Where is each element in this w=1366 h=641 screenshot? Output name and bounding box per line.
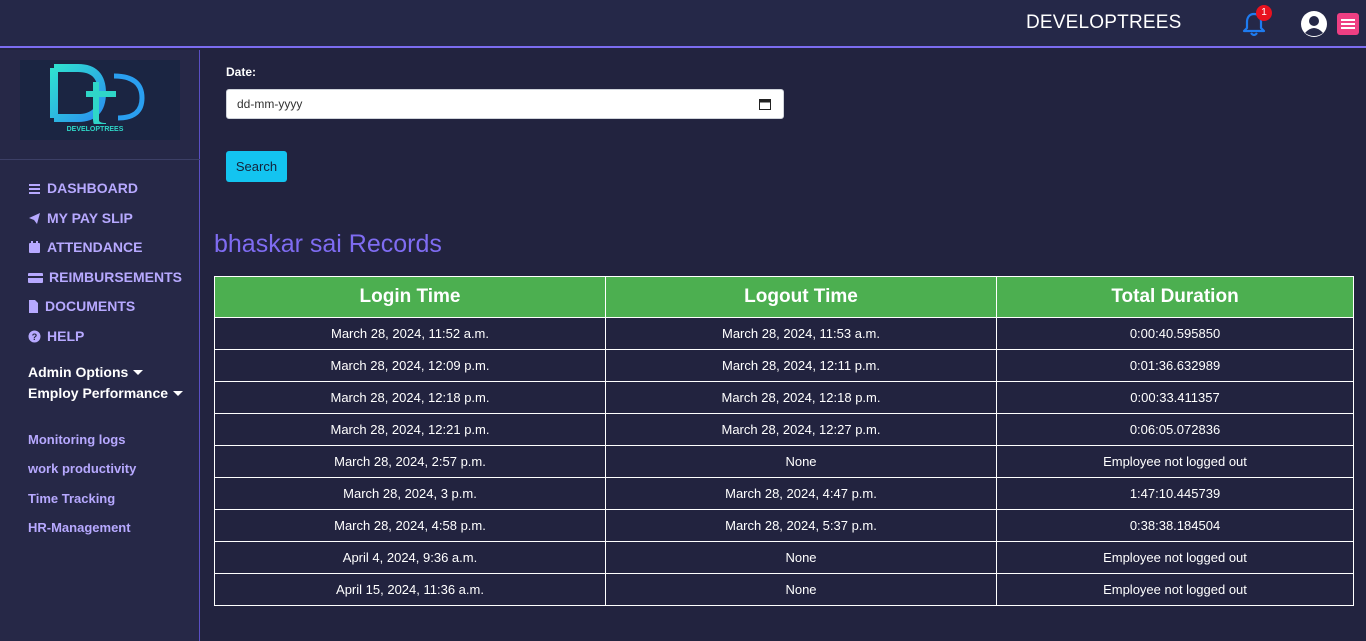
link-monitoring-logs[interactable]: Monitoring logs bbox=[28, 432, 125, 450]
nav-dashboard-label: DASHBOARD bbox=[47, 180, 138, 196]
duration-cell: 0:38:38.184504 bbox=[996, 509, 1354, 542]
nav-reimbursements[interactable]: REIMBURSEMENTS bbox=[28, 267, 182, 287]
nav-documents-label: DOCUMENTS bbox=[45, 298, 136, 314]
duration-cell: Employee not logged out bbox=[996, 573, 1354, 606]
link-hr-management[interactable]: HR-Management bbox=[28, 520, 131, 538]
user-avatar-icon[interactable] bbox=[1300, 10, 1328, 38]
login-time-cell: March 28, 2024, 12:21 p.m. bbox=[214, 413, 606, 446]
svg-text:?: ? bbox=[32, 332, 38, 342]
notification-badge: 1 bbox=[1256, 5, 1272, 21]
hamburger-menu-icon[interactable] bbox=[1337, 13, 1359, 35]
credit-card-icon bbox=[28, 272, 43, 283]
nav-attendance-label: ATTENDANCE bbox=[47, 239, 143, 255]
paper-plane-icon bbox=[29, 212, 40, 224]
duration-cell: 0:00:33.411357 bbox=[996, 381, 1354, 414]
nav-help-label: HELP bbox=[47, 328, 85, 344]
logout-time-cell: March 28, 2024, 12:18 p.m. bbox=[605, 381, 997, 414]
logout-time-cell: March 28, 2024, 5:37 p.m. bbox=[605, 509, 997, 542]
employ-performance-label: Employ Performance bbox=[28, 385, 169, 401]
column-header-total-duration: Total Duration bbox=[996, 276, 1354, 318]
table-row: March 28, 2024, 12:09 p.m. March 28, 202… bbox=[214, 349, 1354, 382]
table-row: March 28, 2024, 11:52 a.m. March 28, 202… bbox=[214, 317, 1354, 350]
records-table: Login Time Logout Time Total Duration Ma… bbox=[214, 276, 1354, 606]
calendar-picker-icon[interactable] bbox=[759, 98, 771, 110]
question-circle-icon: ? bbox=[28, 330, 41, 342]
caret-down-icon bbox=[133, 369, 144, 375]
date-input[interactable]: dd-mm-yyyy bbox=[226, 89, 784, 119]
duration-cell: 0:00:40.595850 bbox=[996, 317, 1354, 350]
date-placeholder: dd-mm-yyyy bbox=[237, 97, 303, 111]
login-time-cell: March 28, 2024, 4:58 p.m. bbox=[214, 509, 606, 542]
logout-time-cell: March 28, 2024, 11:53 a.m. bbox=[605, 317, 997, 350]
admin-options-dropdown[interactable]: Admin Options bbox=[28, 363, 144, 381]
svg-text:DEVELOPTREES: DEVELOPTREES bbox=[67, 126, 124, 133]
table-row: March 28, 2024, 2:57 p.m. None Employee … bbox=[214, 445, 1354, 478]
login-time-cell: March 28, 2024, 2:57 p.m. bbox=[214, 445, 606, 478]
nav-attendance[interactable]: ATTENDANCE bbox=[28, 237, 142, 257]
table-row: March 28, 2024, 12:21 p.m. March 28, 202… bbox=[214, 413, 1354, 446]
calendar-icon bbox=[29, 240, 40, 253]
sidebar: DEVELOPTREES DASHBOARD MY PAY SLIP ATTEN… bbox=[0, 50, 200, 641]
login-time-cell: March 28, 2024, 12:18 p.m. bbox=[214, 381, 606, 414]
bars-icon bbox=[29, 183, 40, 194]
date-label: Date: bbox=[226, 65, 257, 79]
file-icon bbox=[29, 299, 38, 313]
sidebar-divider bbox=[0, 159, 200, 160]
login-time-cell: April 4, 2024, 9:36 a.m. bbox=[214, 541, 606, 574]
duration-cell: 0:01:36.632989 bbox=[996, 349, 1354, 382]
table-row: March 28, 2024, 3 p.m. March 28, 2024, 4… bbox=[214, 477, 1354, 510]
company-logo[interactable]: DEVELOPTREES bbox=[20, 60, 180, 140]
duration-cell: Employee not logged out bbox=[996, 445, 1354, 478]
login-time-cell: April 15, 2024, 11:36 a.m. bbox=[214, 573, 606, 606]
duration-cell: Employee not logged out bbox=[996, 541, 1354, 574]
duration-cell: 1:47:10.445739 bbox=[996, 477, 1354, 510]
column-header-logout-time: Logout Time bbox=[605, 276, 997, 318]
nav-documents[interactable]: DOCUMENTS bbox=[28, 296, 135, 316]
login-time-cell: March 28, 2024, 11:52 a.m. bbox=[214, 317, 606, 350]
nav-dashboard[interactable]: DASHBOARD bbox=[28, 178, 138, 198]
table-row: April 4, 2024, 9:36 a.m. None Employee n… bbox=[214, 541, 1354, 574]
duration-cell: 0:06:05.072836 bbox=[996, 413, 1354, 446]
logout-time-cell: March 28, 2024, 12:27 p.m. bbox=[605, 413, 997, 446]
logout-time-cell: March 28, 2024, 12:11 p.m. bbox=[605, 349, 997, 382]
link-work-productivity[interactable]: work productivity bbox=[28, 461, 136, 479]
nav-help[interactable]: ? HELP bbox=[28, 326, 84, 346]
employ-performance-dropdown[interactable]: Employ Performance bbox=[28, 384, 184, 402]
link-time-tracking[interactable]: Time Tracking bbox=[28, 491, 115, 509]
nav-my-pay-slip-label: MY PAY SLIP bbox=[47, 210, 133, 226]
caret-down-icon bbox=[173, 390, 184, 396]
column-header-login-time: Login Time bbox=[214, 276, 606, 318]
table-row: April 15, 2024, 11:36 a.m. None Employee… bbox=[214, 573, 1354, 606]
table-row: March 28, 2024, 12:18 p.m. March 28, 202… bbox=[214, 381, 1354, 414]
nav-reimbursements-label: REIMBURSEMENTS bbox=[49, 269, 183, 285]
login-time-cell: March 28, 2024, 3 p.m. bbox=[214, 477, 606, 510]
logout-time-cell: March 28, 2024, 4:47 p.m. bbox=[605, 477, 997, 510]
logout-time-cell: None bbox=[605, 573, 997, 606]
brand-name[interactable]: DEVELOPTREES bbox=[1026, 12, 1182, 34]
search-button[interactable]: Search bbox=[226, 151, 287, 182]
logout-time-cell: None bbox=[605, 445, 997, 478]
table-header-row: Login Time Logout Time Total Duration bbox=[214, 276, 1354, 318]
table-row: March 28, 2024, 4:58 p.m. March 28, 2024… bbox=[214, 509, 1354, 542]
top-navbar: DEVELOPTREES 1 bbox=[0, 0, 1366, 48]
nav-my-pay-slip[interactable]: MY PAY SLIP bbox=[28, 208, 133, 228]
logout-time-cell: None bbox=[605, 541, 997, 574]
records-title: bhaskar sai Records bbox=[214, 230, 442, 258]
admin-options-label: Admin Options bbox=[28, 364, 129, 380]
login-time-cell: March 28, 2024, 12:09 p.m. bbox=[214, 349, 606, 382]
